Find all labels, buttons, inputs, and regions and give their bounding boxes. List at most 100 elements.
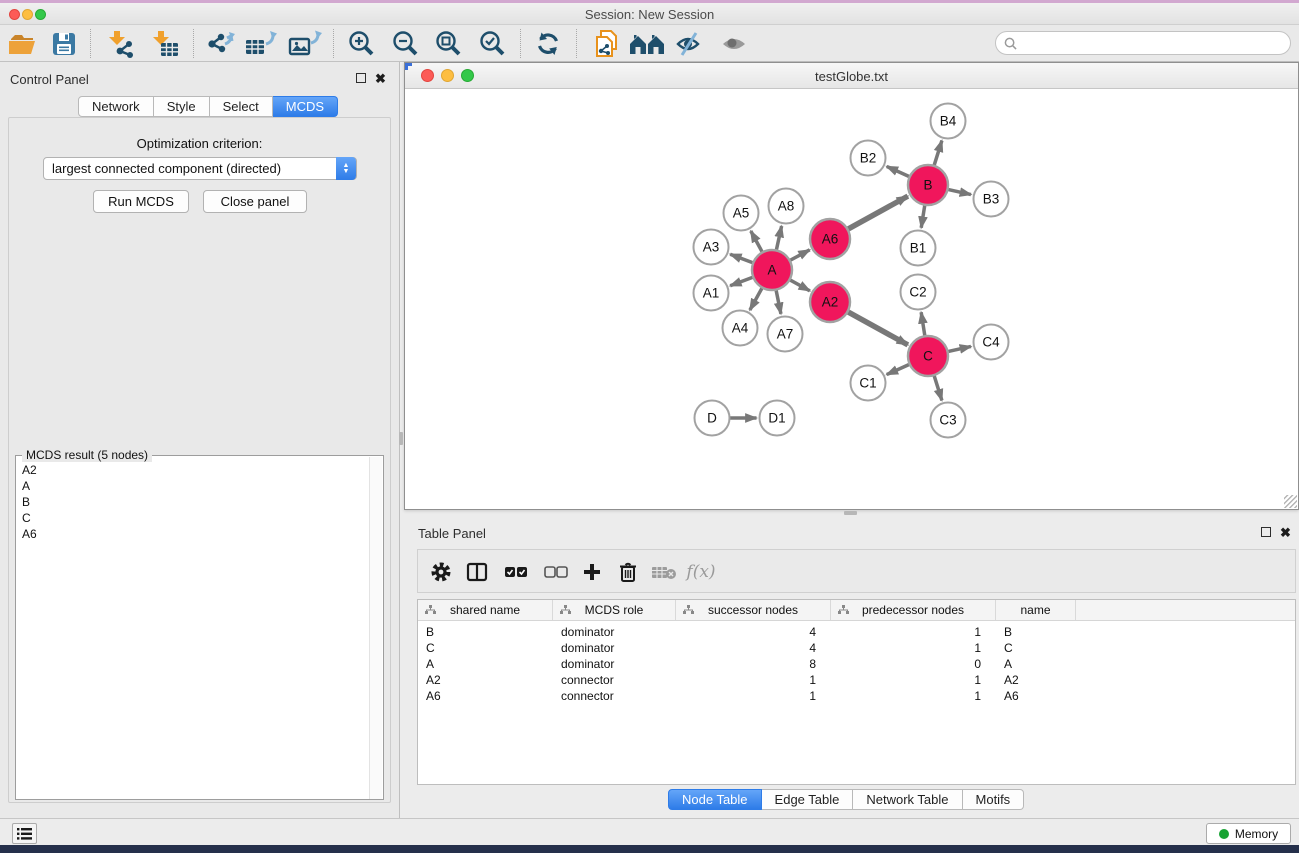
table-row[interactable]: C dominator 4 1 C	[418, 640, 1295, 656]
table-row[interactable]: A6 connector 1 1 A6	[418, 688, 1295, 704]
window-resize-grip[interactable]	[1284, 495, 1297, 508]
dropdown-stepper-icon: ▲▼	[336, 157, 356, 180]
graph-edge-B-B4[interactable]	[933, 141, 942, 168]
import-table-button[interactable]	[146, 29, 184, 59]
create-column-button[interactable]	[575, 557, 609, 587]
table-row[interactable]: A2 connector 1 1 A2	[418, 672, 1295, 688]
delete-table-button[interactable]	[647, 557, 681, 587]
export-network-button[interactable]	[202, 29, 240, 59]
memory-button[interactable]: Memory	[1206, 823, 1291, 844]
deselect-all-columns-button[interactable]	[539, 557, 573, 587]
float-panel-icon[interactable]	[356, 73, 366, 83]
tab-edge-table[interactable]: Edge Table	[762, 789, 854, 810]
graph-node-label-A1: A1	[703, 286, 720, 301]
column-header-shared-name[interactable]: shared name	[418, 600, 553, 620]
list-item[interactable]: A2	[17, 462, 370, 478]
columns-icon	[466, 562, 488, 582]
graph-edge-A6-B[interactable]	[846, 196, 908, 230]
horizontal-splitter-handle[interactable]	[844, 511, 857, 515]
column-header-name[interactable]: name	[996, 600, 1076, 620]
float-panel-icon[interactable]	[1261, 527, 1271, 537]
zoom-fit-button[interactable]	[429, 29, 467, 59]
graph-edge-A-A7[interactable]	[776, 288, 781, 314]
list-item[interactable]: B	[17, 494, 370, 510]
tab-node-table[interactable]: Node Table	[668, 789, 762, 810]
graph-edge-A-A8[interactable]	[776, 226, 782, 252]
close-panel-icon[interactable]: ✖	[1280, 528, 1291, 538]
vertical-splitter-handle[interactable]	[399, 432, 403, 445]
list-item[interactable]: C	[17, 510, 370, 526]
table-row[interactable]: A dominator 8 0 A	[418, 656, 1295, 672]
graph-node-label-C3: C3	[939, 413, 956, 428]
show-all-networks-button[interactable]	[628, 29, 666, 59]
criterion-dropdown[interactable]: largest connected component (directed) ▲…	[43, 157, 357, 180]
delete-column-button[interactable]	[611, 557, 645, 587]
zoom-in-button[interactable]	[342, 29, 380, 59]
tab-style[interactable]: Style	[154, 96, 210, 117]
session-title: Session: New Session	[0, 7, 1299, 22]
run-mcds-button[interactable]: Run MCDS	[93, 190, 189, 213]
control-panel-title: Control Panel	[10, 72, 89, 87]
show-column-panel-button[interactable]	[460, 557, 494, 587]
task-history-button[interactable]	[12, 823, 37, 844]
network-canvas[interactable]: B4B2BB3A5A8A6A3B1AA1C2A2A4A7C4CC1DD1C3	[405, 89, 1298, 509]
list-item[interactable]: A6	[17, 526, 370, 542]
graph-edge-C-C1[interactable]	[887, 363, 912, 374]
graph-edge-A-A6[interactable]	[788, 250, 810, 262]
graph-node-label-A4: A4	[732, 321, 749, 336]
hide-selected-button[interactable]	[671, 29, 709, 59]
search-input[interactable]	[1022, 34, 1290, 52]
tab-network[interactable]: Network	[78, 96, 154, 117]
import-network-button[interactable]	[102, 29, 140, 59]
graph-edge-A-A2[interactable]	[788, 279, 810, 291]
list-item[interactable]: A	[17, 478, 370, 494]
graph-edge-A-A3[interactable]	[730, 254, 755, 263]
graph-edge-A-A4[interactable]	[750, 286, 763, 310]
close-panel-icon[interactable]: ✖	[375, 74, 386, 84]
tab-select[interactable]: Select	[210, 96, 273, 117]
graph-node-label-D: D	[707, 411, 717, 426]
graph-node-label-A: A	[767, 263, 776, 278]
column-header-mcds-role[interactable]: MCDS role	[553, 600, 676, 620]
export-image-button[interactable]	[286, 29, 324, 59]
graph-edge-C-C3[interactable]	[933, 373, 942, 400]
graph-edge-A-A1[interactable]	[730, 276, 755, 285]
column-header-predecessor-nodes[interactable]: predecessor nodes	[831, 600, 996, 620]
tab-network-table[interactable]: Network Table	[853, 789, 962, 810]
graph-node-label-C2: C2	[909, 285, 926, 300]
new-network-from-selection-button[interactable]	[588, 29, 626, 59]
toolbar-separator	[90, 29, 91, 58]
graph-edge-B-B1[interactable]	[921, 203, 925, 228]
table-settings-button[interactable]	[424, 557, 458, 587]
gear-icon	[429, 560, 453, 584]
graph-edge-C-C4[interactable]	[946, 346, 971, 352]
list-scrollbar[interactable]	[369, 457, 382, 799]
toolbar-separator	[576, 29, 577, 58]
open-session-button[interactable]	[4, 29, 42, 59]
column-header-successor-nodes[interactable]: successor nodes	[676, 600, 831, 620]
function-builder-button[interactable]: f(x)	[684, 557, 718, 587]
graph-edge-B-B2[interactable]	[887, 166, 912, 177]
graph-edge-B-B3[interactable]	[946, 189, 971, 195]
graph-edge-A2-C[interactable]	[846, 311, 908, 345]
show-selected-button[interactable]	[716, 29, 754, 59]
apply-layout-button[interactable]	[529, 29, 567, 59]
tab-motifs[interactable]: Motifs	[963, 789, 1025, 810]
graph-edge-C-C2[interactable]	[921, 312, 925, 338]
graph-node-label-A8: A8	[778, 199, 795, 214]
graph-node-label-B2: B2	[860, 151, 877, 166]
zoom-out-button[interactable]	[386, 29, 424, 59]
houses-icon	[629, 31, 665, 57]
table-row[interactable]: B dominator 4 1 B	[418, 624, 1295, 640]
zoom-selected-button[interactable]	[473, 29, 511, 59]
optimization-criterion-label: Optimization criterion:	[9, 136, 390, 151]
tab-mcds[interactable]: MCDS	[273, 96, 338, 117]
graph-edge-A-A5[interactable]	[751, 231, 764, 254]
save-session-button[interactable]	[45, 29, 83, 59]
export-table-button[interactable]	[242, 29, 280, 59]
attribute-type-icon	[838, 605, 849, 615]
close-panel-button[interactable]: Close panel	[203, 190, 307, 213]
select-all-columns-button[interactable]	[499, 557, 533, 587]
toolbar-separator	[520, 29, 521, 58]
export-table-icon	[244, 30, 278, 58]
